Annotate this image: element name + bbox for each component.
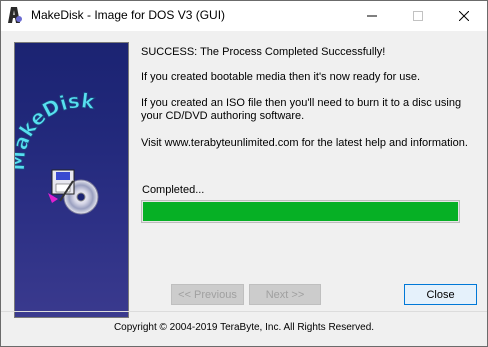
banner-logo-text: MakeDisk	[15, 88, 97, 171]
footer-divider	[1, 311, 487, 312]
close-button[interactable]: Close	[404, 284, 477, 305]
copyright-text: Copyright © 2004-2019 TeraByte, Inc. All…	[113, 322, 375, 333]
iso-message: If you created an ISO file then you'll n…	[141, 97, 462, 122]
minimize-button[interactable]	[349, 1, 395, 31]
progress-fill	[143, 202, 458, 221]
disk-cd-icon	[48, 169, 99, 215]
success-message: SUCCESS: The Process Completed Successfu…	[141, 46, 386, 58]
visit-message: Visit www.terabyteunlimited.com for the …	[141, 137, 468, 149]
wizard-banner: MakeDisk	[14, 42, 129, 318]
maximize-icon	[413, 11, 423, 21]
close-window-button[interactable]	[441, 1, 487, 31]
makedisk-logo: MakeDisk	[15, 88, 99, 215]
close-icon	[459, 11, 469, 21]
makedisk-app-icon	[7, 6, 23, 24]
previous-button[interactable]: << Previous	[171, 284, 244, 305]
title-bar[interactable]: MakeDisk - Image for DOS V3 (GUI)	[1, 1, 487, 32]
makedisk-window: MakeDisk - Image for DOS V3 (GUI) keDisk…	[0, 0, 488, 347]
next-button[interactable]: Next >>	[249, 284, 321, 305]
progress-bar	[141, 200, 460, 223]
bootable-message: If you created bootable media then it's …	[141, 71, 421, 83]
window-title: MakeDisk - Image for DOS V3 (GUI)	[31, 8, 226, 22]
progress-label: Completed...	[142, 184, 205, 196]
maximize-button[interactable]	[395, 1, 441, 31]
minimize-icon	[367, 15, 377, 17]
